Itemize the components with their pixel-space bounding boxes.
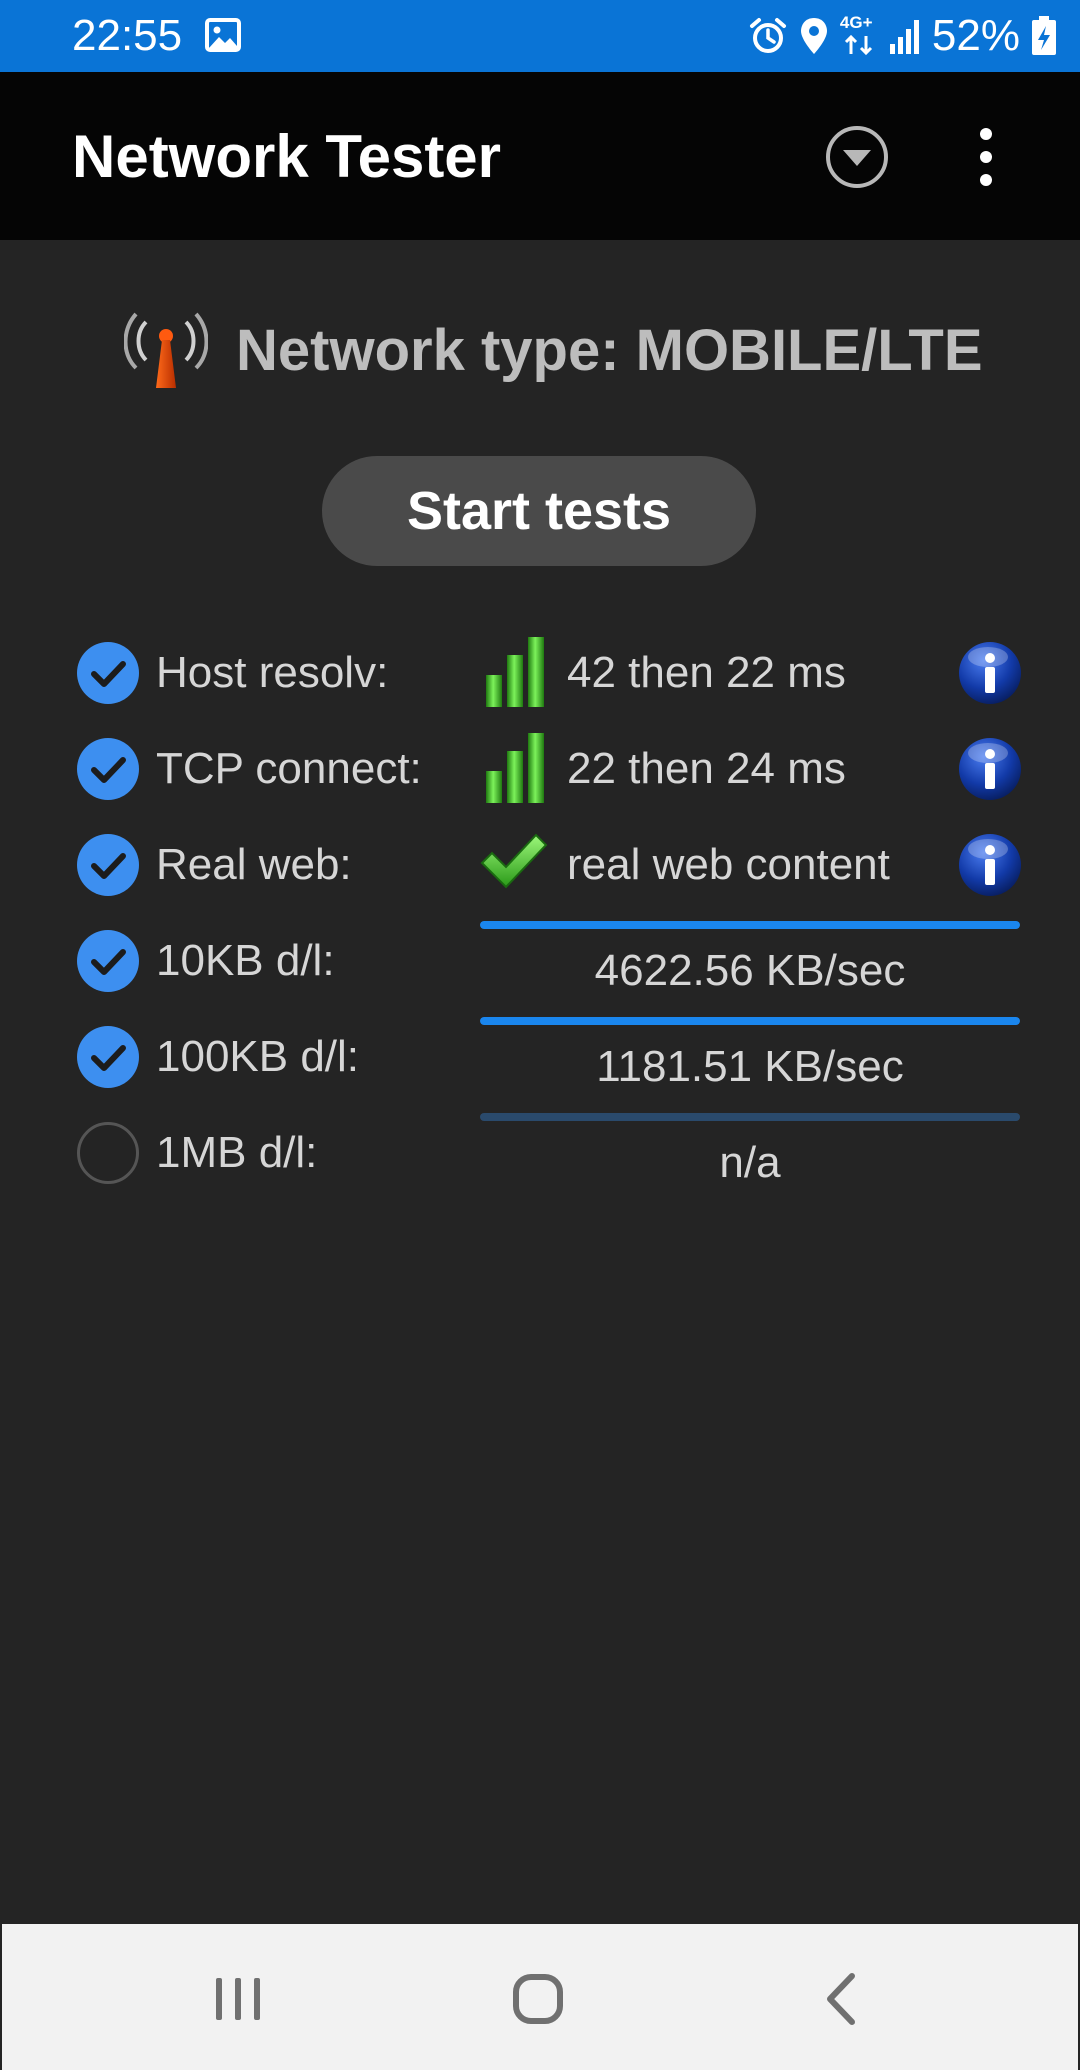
progress-bar: [480, 1017, 1020, 1025]
test-label: 1MB d/l:: [156, 1128, 318, 1177]
test-label: Host resolv:: [156, 648, 389, 697]
download-row-1mb: 1MB d/l: n/a: [0, 1105, 1080, 1201]
status-time: 22:55: [72, 11, 183, 60]
recents-icon[interactable]: [198, 1964, 278, 2034]
test-value: real web content: [567, 840, 890, 889]
checkbox-checked[interactable]: [76, 641, 140, 705]
antenna-icon: [124, 312, 208, 388]
progress-fill: [480, 1017, 1020, 1025]
progress-fill: [480, 921, 1020, 929]
test-row-host-resolv: Host resolv: 42 then 22 ms: [0, 625, 1080, 721]
status-icons: 4G+ 52%: [748, 0, 1058, 72]
speed-value: 4622.56 KB/sec: [594, 946, 906, 995]
app-title: Network Tester: [72, 123, 502, 190]
progress-bar: [480, 1113, 1020, 1121]
test-label: Real web:: [156, 840, 352, 889]
info-icon[interactable]: [958, 737, 1022, 801]
test-label: 10KB d/l:: [156, 936, 335, 985]
progress-bar: [480, 921, 1020, 929]
back-icon[interactable]: [802, 1964, 882, 2034]
dropdown-icon[interactable]: [824, 124, 890, 190]
speed-area: 4622.56 KB/sec: [480, 921, 1020, 1011]
checkbox-checked[interactable]: [76, 833, 140, 897]
signal-bars-icon: [486, 637, 544, 707]
home-icon[interactable]: [498, 1964, 578, 2034]
speed-area: n/a: [480, 1113, 1020, 1203]
signal-icon: [889, 20, 919, 54]
test-row-tcp-connect: TCP connect: 22 then 24 ms: [0, 721, 1080, 817]
test-value: 42 then 22 ms: [567, 648, 846, 697]
battery-charging-icon: [1032, 16, 1056, 55]
network-type-row: Network type: MOBILE/LTE: [0, 300, 1080, 400]
green-check-icon: [480, 833, 548, 889]
test-value: 22 then 24 ms: [567, 744, 846, 793]
start-tests-button[interactable]: Start tests: [322, 456, 756, 566]
checkbox-checked[interactable]: [76, 1025, 140, 1089]
network-badge: 4G+: [839, 13, 873, 32]
status-bar: 22:55 4G+ 52%: [0, 0, 1080, 72]
test-label: TCP connect:: [156, 744, 422, 793]
signal-bars-icon: [486, 733, 544, 803]
checkbox-unchecked[interactable]: [76, 1121, 140, 1185]
location-icon: [800, 18, 827, 54]
test-label: 100KB d/l:: [156, 1032, 360, 1081]
app-bar: Network Tester: [0, 72, 1080, 240]
more-options-icon[interactable]: [966, 122, 1006, 192]
speed-area: 1181.51 KB/sec: [480, 1017, 1020, 1107]
gallery-icon: [205, 18, 241, 52]
download-row-100kb: 100KB d/l: 1181.51 KB/sec: [0, 1009, 1080, 1105]
info-icon[interactable]: [958, 833, 1022, 897]
download-row-10kb: 10KB d/l: 4622.56 KB/sec: [0, 913, 1080, 1009]
speed-value: n/a: [719, 1138, 781, 1187]
battery-percent: 52%: [931, 11, 1020, 60]
checkbox-checked[interactable]: [76, 737, 140, 801]
info-icon[interactable]: [958, 641, 1022, 705]
test-row-real-web: Real web: real web content: [0, 817, 1080, 913]
network-type-text: Network type: MOBILE/LTE: [236, 318, 983, 383]
4g-plus-icon: 4G+: [840, 14, 878, 58]
alarm-icon: [749, 18, 786, 53]
speed-value: 1181.51 KB/sec: [596, 1042, 904, 1091]
checkbox-checked[interactable]: [76, 929, 140, 993]
navigation-bar: [2, 1924, 1078, 2070]
